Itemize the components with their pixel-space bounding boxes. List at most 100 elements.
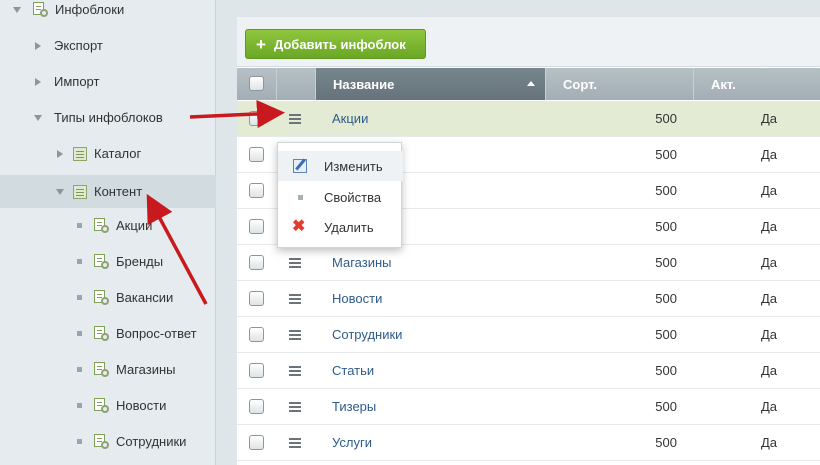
tree-item-label: Сотрудники xyxy=(116,434,187,449)
menu-item-delete[interactable]: ✖ Удалить xyxy=(278,212,403,242)
collapsed-arrow-icon[interactable] xyxy=(35,77,41,86)
infoblock-icon xyxy=(93,434,109,449)
row-active-value: Да xyxy=(760,255,777,270)
table-row[interactable]: Статьи 500 Да xyxy=(237,353,820,389)
table-row[interactable]: Услуги 500 Да xyxy=(237,425,820,461)
select-all-checkbox[interactable] xyxy=(249,76,264,91)
bullet-icon xyxy=(77,403,82,408)
tree-item-infoblock[interactable]: Сотрудники xyxy=(0,425,216,458)
add-infoblock-button[interactable]: + Добавить инфоблок xyxy=(245,29,426,59)
row-sort-value: 500 xyxy=(655,255,677,270)
row-menu-icon[interactable] xyxy=(289,402,301,404)
tree-item-import[interactable]: Импорт xyxy=(0,65,216,98)
expand-arrow-icon[interactable] xyxy=(34,114,42,121)
row-name-link[interactable]: Акции xyxy=(332,101,368,137)
tree-item-label: Вакансии xyxy=(116,290,174,305)
table-row[interactable]: Акции 500 Да xyxy=(237,101,820,137)
tree-item-infoblock[interactable]: Акции xyxy=(0,209,216,242)
tree-item-export[interactable]: Экспорт xyxy=(0,29,216,62)
menu-item-edit[interactable]: Изменить xyxy=(278,151,403,181)
collapsed-arrow-icon[interactable] xyxy=(57,149,63,158)
table-row[interactable]: Сотрудники 500 Да xyxy=(237,317,820,353)
tree-item-infoblock[interactable]: Магазины xyxy=(0,353,216,386)
infoblock-icon xyxy=(93,326,109,341)
table-row[interactable]: Магазины 500 Да xyxy=(237,245,820,281)
row-name-link[interactable]: Статьи xyxy=(332,353,374,389)
row-name-link[interactable]: Магазины xyxy=(332,245,392,281)
tree-item-infoblock[interactable]: Вопрос-ответ xyxy=(0,317,216,350)
menu-item-label: Изменить xyxy=(324,158,383,174)
menu-item-properties[interactable]: Свойства xyxy=(278,182,403,212)
row-checkbox[interactable] xyxy=(249,363,264,378)
table-header: Название Сорт. Акт. xyxy=(237,68,820,100)
sidebar: Инфоблоки Экспорт Импорт Типы инфоблоков… xyxy=(0,0,216,465)
bullet-icon xyxy=(77,295,82,300)
expand-arrow-icon[interactable] xyxy=(13,6,21,13)
tree-item-label: Инфоблоки xyxy=(55,2,125,17)
row-checkbox[interactable] xyxy=(249,255,264,270)
tree-item-label: Типы инфоблоков xyxy=(54,110,163,125)
sort-ascending-icon xyxy=(527,81,535,86)
header-select-all xyxy=(237,68,276,100)
table-row[interactable]: Тизеры 500 Да xyxy=(237,389,820,425)
tree-item-infoblock[interactable]: Вакансии xyxy=(0,281,216,314)
row-sort-value: 500 xyxy=(655,399,677,414)
row-name-link[interactable]: Услуги xyxy=(332,425,372,461)
infoblock-icon xyxy=(93,254,109,269)
row-checkbox[interactable] xyxy=(249,327,264,342)
row-menu-icon[interactable] xyxy=(289,294,301,296)
row-checkbox[interactable] xyxy=(249,435,264,450)
tree-item-label: Акции xyxy=(116,218,153,233)
tree-item-label: Новости xyxy=(116,398,167,413)
content-type-icon xyxy=(73,184,87,199)
row-checkbox[interactable] xyxy=(249,399,264,414)
tree-item-content[interactable]: Контент xyxy=(0,175,216,208)
row-sort-value: 500 xyxy=(655,363,677,378)
toolbar: + Добавить инфоблок xyxy=(237,17,820,67)
tree-item-infoblock[interactable]: Бренды xyxy=(0,245,216,278)
row-active-value: Да xyxy=(760,111,777,126)
bullet-icon xyxy=(77,367,82,372)
row-name-link[interactable]: Тизеры xyxy=(332,389,376,425)
header-name[interactable]: Название xyxy=(315,68,545,100)
row-name-link[interactable]: Новости xyxy=(332,281,382,317)
tree-item-catalog[interactable]: Каталог xyxy=(0,137,216,170)
bullet-icon xyxy=(77,439,82,444)
tree-item-label: Магазины xyxy=(116,362,176,377)
row-checkbox[interactable] xyxy=(249,147,264,162)
row-active-value: Да xyxy=(760,183,777,198)
tree-item-infoblock[interactable]: Новости xyxy=(0,389,216,422)
plus-icon: + xyxy=(256,34,266,54)
row-sort-value: 500 xyxy=(655,291,677,306)
bullet-icon xyxy=(77,331,82,336)
infoblock-icon xyxy=(93,362,109,377)
row-sort-value: 500 xyxy=(655,219,677,234)
row-active-value: Да xyxy=(760,435,777,450)
row-checkbox[interactable] xyxy=(249,219,264,234)
row-menu-icon[interactable] xyxy=(289,114,301,116)
tree-item-infoblock-types[interactable]: Типы инфоблоков xyxy=(0,101,216,134)
tree-item-label: Вопрос-ответ xyxy=(116,326,197,341)
infoblock-icon xyxy=(93,290,109,305)
row-sort-value: 500 xyxy=(655,111,677,126)
header-active[interactable]: Акт. xyxy=(693,68,820,100)
infoblock-icon xyxy=(93,398,109,413)
header-actions-column xyxy=(276,68,315,100)
header-sort[interactable]: Сорт. xyxy=(545,68,693,100)
row-name-link[interactable]: Сотрудники xyxy=(332,317,402,353)
row-checkbox[interactable] xyxy=(249,291,264,306)
row-menu-icon[interactable] xyxy=(289,330,301,332)
row-menu-icon[interactable] xyxy=(289,258,301,260)
collapsed-arrow-icon[interactable] xyxy=(35,41,41,50)
row-checkbox[interactable] xyxy=(249,183,264,198)
tree-item-label: Импорт xyxy=(54,74,100,89)
row-active-value: Да xyxy=(760,363,777,378)
infoblock-icon xyxy=(93,218,109,233)
row-menu-icon[interactable] xyxy=(289,366,301,368)
row-menu-icon[interactable] xyxy=(289,438,301,440)
table-row[interactable]: Новости 500 Да xyxy=(237,281,820,317)
tree-item-infoblocks[interactable]: Инфоблоки xyxy=(0,0,216,26)
expand-arrow-icon[interactable] xyxy=(56,188,64,195)
dot-icon xyxy=(298,194,303,200)
row-checkbox[interactable] xyxy=(249,111,264,126)
